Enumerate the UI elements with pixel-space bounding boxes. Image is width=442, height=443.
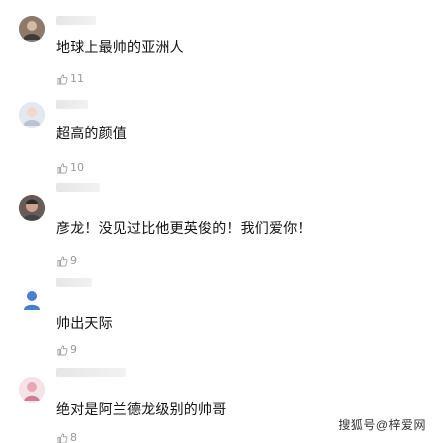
comment-text: 超高的颜值: [56, 126, 127, 142]
username-placeholder[interactable]: [56, 100, 88, 109]
username-placeholder[interactable]: [56, 16, 96, 25]
comment-item: 帅出天际 9: [0, 274, 442, 364]
avatar[interactable]: [19, 195, 45, 221]
like-count: 11: [70, 72, 84, 85]
comment-text: 地球上最帅的亚洲人: [56, 40, 184, 56]
like-count: 9: [70, 254, 77, 267]
comment-text: 彦龙！没见过比他更英俊的！我们爱你！: [56, 221, 312, 237]
thumbs-up-icon: [57, 74, 68, 84]
thumbs-up-icon: [57, 163, 68, 173]
comment-item: 地球上最帅的亚洲人 11: [0, 0, 442, 90]
comment-item: 超高的颜值 10: [0, 90, 442, 178]
like-count: 9: [70, 343, 77, 356]
comment-text: 帅出天际: [56, 316, 113, 332]
like-button[interactable]: 9: [57, 344, 77, 356]
like-button[interactable]: 11: [57, 73, 84, 85]
like-button[interactable]: 10: [57, 162, 84, 174]
thumbs-up-icon: [57, 256, 68, 266]
avatar[interactable]: [19, 16, 45, 42]
default-user-icon: [24, 291, 40, 310]
avatar[interactable]: [19, 288, 45, 314]
username-placeholder[interactable]: [56, 183, 100, 192]
thumbs-up-icon: [57, 433, 68, 443]
user-photo-icon: [19, 102, 45, 128]
comment-text: 绝对是阿兰德龙级别的帅哥: [56, 402, 227, 418]
username-placeholder[interactable]: [56, 368, 126, 377]
like-button[interactable]: 8: [57, 432, 77, 443]
like-button[interactable]: 9: [57, 255, 77, 267]
avatar[interactable]: [19, 377, 45, 403]
user-photo-icon: [19, 195, 45, 221]
like-count: 8: [70, 431, 77, 443]
like-count: 10: [70, 161, 84, 174]
username-placeholder[interactable]: [56, 278, 92, 287]
user-photo-icon: [19, 16, 45, 42]
user-photo-icon: [19, 377, 45, 403]
comment-item: 彦龙！没见过比他更英俊的！我们爱你！ 9: [0, 178, 442, 274]
thumbs-up-icon: [57, 345, 68, 355]
watermark: 搜狐号@梓爱网: [338, 418, 426, 432]
avatar[interactable]: [19, 102, 45, 128]
